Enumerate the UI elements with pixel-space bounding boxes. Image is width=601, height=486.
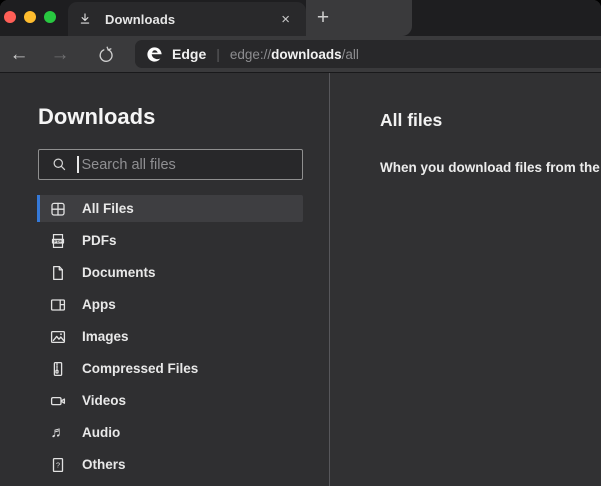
url-text: edge://downloads/all [230, 47, 359, 62]
tab-close-icon[interactable]: × [278, 10, 293, 29]
traffic-light-minimize-button[interactable] [24, 11, 36, 23]
document-icon [50, 265, 66, 281]
app-window-icon [50, 297, 66, 313]
traffic-light-zoom-button[interactable] [44, 11, 56, 23]
url-scheme: edge:// [230, 47, 271, 62]
sidebar: Downloads [0, 73, 330, 486]
reload-icon [96, 45, 116, 65]
tab-bar: Downloads × + [0, 0, 601, 36]
selected-indicator [37, 195, 40, 222]
back-button[interactable]: ← [8, 44, 30, 66]
search-input[interactable] [79, 157, 303, 173]
url-host: downloads [271, 47, 342, 62]
url-separator: | [216, 46, 220, 62]
sidebar-item-pdfs[interactable]: PDF PDFs [37, 227, 303, 254]
tab-title: Downloads [105, 12, 278, 27]
reload-button[interactable] [95, 44, 117, 66]
download-icon [78, 12, 92, 26]
musical-notes-icon: ♬ [50, 425, 66, 441]
edge-logo-icon [146, 46, 163, 63]
sidebar-item-documents[interactable]: Documents [37, 259, 303, 286]
url-path: /all [342, 47, 359, 62]
search-icon [52, 157, 67, 172]
browser-window: Downloads × + ← → Edge | edge://download… [0, 0, 601, 486]
main-title: All files [380, 110, 442, 131]
sidebar-item-others[interactable]: ? Others [37, 451, 303, 478]
main-panel: All files When you download files from t… [330, 73, 601, 486]
sidebar-item-images[interactable]: Images [37, 323, 303, 350]
search-box[interactable] [38, 149, 303, 180]
svg-text:PDF: PDF [54, 238, 62, 243]
toolbar: ← → Edge | edge://downloads/all [0, 36, 601, 73]
unknown-file-icon: ? [50, 457, 66, 473]
pdf-file-icon: PDF [50, 233, 66, 249]
brand-label: Edge [172, 46, 206, 62]
sidebar-item-all-files[interactable]: All Files [37, 195, 303, 222]
svg-text:?: ? [56, 460, 60, 469]
zip-file-icon [50, 361, 66, 377]
sidebar-item-audio[interactable]: ♬ Audio [37, 419, 303, 446]
video-camera-icon [50, 393, 66, 409]
downloads-page: Downloads [0, 73, 601, 486]
category-list: All Files PDF PDFs [37, 195, 303, 483]
forward-button: → [49, 44, 71, 66]
sidebar-item-apps[interactable]: Apps [37, 291, 303, 318]
sidebar-item-videos[interactable]: Videos [37, 387, 303, 414]
tab-downloads[interactable]: Downloads × [68, 2, 306, 36]
address-bar[interactable]: Edge | edge://downloads/all [135, 40, 601, 68]
grid-icon [50, 201, 66, 217]
sidebar-item-compressed-files[interactable]: Compressed Files [37, 355, 303, 382]
page-title: Downloads [38, 104, 155, 130]
empty-state-message: When you download files from the [380, 160, 601, 175]
new-tab-button[interactable]: + [311, 5, 335, 31]
image-icon [50, 329, 66, 345]
traffic-light-close-button[interactable] [4, 11, 16, 23]
